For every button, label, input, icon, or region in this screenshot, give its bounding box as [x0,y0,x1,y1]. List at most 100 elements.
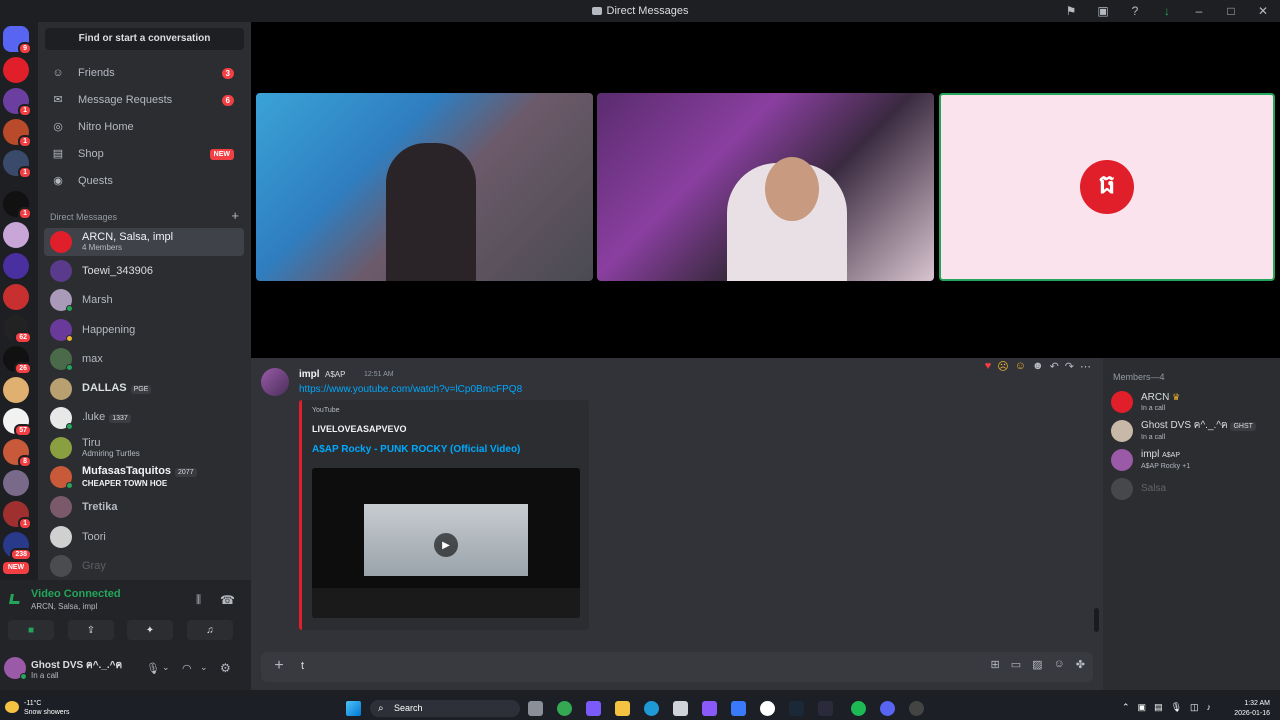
gear-icon[interactable]: ⚙ [220,661,231,675]
app-icon[interactable] [909,701,924,716]
think-reaction-icon[interactable]: ☺ [1015,360,1026,373]
forward-icon[interactable]: ↷ [1065,360,1074,373]
task-view-icon[interactable] [528,701,543,716]
store-icon[interactable] [673,701,688,716]
attach-plus-icon[interactable]: + [269,656,289,676]
message-link[interactable]: https://www.youtube.com/watch?v=lCp0BmcF… [299,384,522,395]
reply-icon[interactable]: ↶ [1050,360,1059,373]
server-icon[interactable] [3,222,29,248]
discord-home-icon[interactable]: 9 [3,26,32,55]
weather-widget[interactable]: -11°C Snow showers [24,699,70,717]
member-item[interactable]: ARCN ♛ In a call [1111,388,1276,416]
soundboard-button[interactable]: ♫ [187,620,233,640]
taskbar-clock[interactable]: 1:32 AM 2026-01-16 [1234,699,1270,719]
steam-icon[interactable] [789,701,804,716]
disconnect-icon[interactable]: ☎ [220,593,235,607]
volume-icon[interactable]: ♪ [1207,702,1212,713]
gift-icon[interactable]: ⊞ [991,658,1000,671]
heart-reaction-icon[interactable]: ♥ [985,360,992,373]
member-item[interactable]: impl A$AP A$AP Rocky +1 [1111,446,1276,474]
find-conversation-button[interactable]: Find or start a conversation [45,28,244,50]
server-icon[interactable] [3,377,29,403]
nav-nitro-home[interactable]: ◎ Nitro Home [44,115,244,139]
dm-item[interactable]: Happening [44,316,244,344]
start-button[interactable] [346,701,361,716]
sticker-icon[interactable]: ▨ [1032,658,1042,671]
dm-item[interactable]: .luke 1337 [44,404,244,432]
server-icon[interactable]: 1 [3,88,32,117]
server-icon[interactable]: 8 [3,439,32,468]
minimize-button[interactable]: – [1190,2,1208,20]
file-explorer-icon[interactable] [615,701,630,716]
close-button[interactable]: ✕ [1254,2,1272,20]
server-icon[interactable]: 1 [3,191,32,220]
server-icon[interactable]: 57 [3,408,32,437]
help-icon[interactable]: ? [1126,2,1144,20]
server-icon[interactable] [3,253,29,279]
apps-icon[interactable]: ✤ [1076,658,1085,671]
dm-item[interactable]: Gray [44,552,244,580]
app-icon[interactable] [818,701,833,716]
message-author[interactable]: impl [299,369,320,380]
server-icon[interactable] [3,470,29,496]
tray-icon[interactable]: ▣ [1138,702,1147,713]
app-icon[interactable] [760,701,775,716]
flag-icon[interactable]: ⚑ [1062,2,1080,20]
server-icon[interactable]: 238 [3,532,32,561]
edge-icon[interactable] [644,701,659,716]
dm-item[interactable]: Tiru Admiring Turtles [44,434,244,462]
dm-item[interactable]: Tretika [44,493,244,521]
member-item[interactable]: Salsa [1111,475,1276,503]
gif-icon[interactable]: ▭ [1011,658,1021,671]
cry-reaction-icon[interactable]: ☹ [997,360,1008,373]
tray-icon[interactable]: ▤ [1154,702,1163,713]
dm-item[interactable]: ARCN, Salsa, impl 4 Members [44,228,244,256]
server-icon[interactable]: 1 [3,150,32,179]
dm-item[interactable]: MufasasTaquitos 2077 CHEAPER TOWN HOE [44,463,244,491]
server-icon[interactable]: 1 [3,119,32,148]
dm-item[interactable]: max [44,345,244,373]
chevron-down-icon[interactable]: ⌄ [162,662,170,673]
video-tile-avatar[interactable]: ធ [939,93,1275,281]
download-icon[interactable]: ↓ [1158,2,1176,20]
play-icon[interactable]: ▶ [434,533,458,557]
maximize-button[interactable]: □ [1222,2,1240,20]
mic-icon[interactable]: 🎙︎ [146,662,160,675]
message-composer[interactable]: + t ⊞ ▭ ▨ ☺ ✤ [261,652,1093,682]
embed-author[interactable]: LIVELOVEASAPVEVO [312,424,407,434]
server-icon[interactable]: 26 [3,346,32,375]
video-tile[interactable] [256,93,593,281]
nav-friends[interactable]: ☺ Friends 3 [44,61,244,85]
author-avatar[interactable] [261,368,289,396]
add-reaction-icon[interactable]: ☻ [1032,360,1044,373]
embed-title[interactable]: A$AP Rocky - PUNK ROCKY (Official Video) [312,444,520,455]
video-tile[interactable] [597,93,934,281]
dm-item[interactable]: Toori [44,523,244,551]
video-thumbnail[interactable]: ▶ [312,468,580,618]
message-input[interactable]: t [301,660,304,672]
create-dm-plus-icon[interactable]: + [231,208,239,223]
chrome-icon[interactable] [557,701,572,716]
app-icon[interactable] [731,701,746,716]
inbox-icon[interactable]: ▣ [1094,2,1112,20]
chevron-up-icon[interactable]: ⌃ [1122,702,1130,713]
dm-item[interactable]: DALLAS PGE [44,375,244,403]
network-icon[interactable]: ◫ [1190,702,1199,713]
headset-icon[interactable]: ◠ [182,662,192,675]
voice-channel-name[interactable]: ARCN, Salsa, impl [31,602,97,611]
noise-suppression-icon[interactable]: ⫼ [196,594,201,607]
server-icon[interactable]: 1 [3,501,32,530]
dm-item[interactable]: Marsh [44,286,244,314]
discord-icon[interactable] [880,701,895,716]
mic-icon[interactable]: 🎙︎ [1171,702,1182,713]
screenshare-button[interactable]: ⇪ [68,620,114,640]
emoji-icon[interactable]: ☺ [1054,658,1065,671]
more-icon[interactable]: ⋯ [1080,360,1091,373]
nav-shop[interactable]: ▤ Shop NEW [44,142,244,166]
taskbar-search[interactable]: ⌕ Search [370,700,520,717]
copilot-icon[interactable] [586,701,601,716]
member-item[interactable]: Ghost DVS ฅ^._.^ฅ GHST In a call [1111,417,1276,445]
camera-button[interactable]: ■ [8,620,54,640]
user-avatar[interactable] [4,657,27,680]
server-icon[interactable]: 62 [3,315,32,344]
